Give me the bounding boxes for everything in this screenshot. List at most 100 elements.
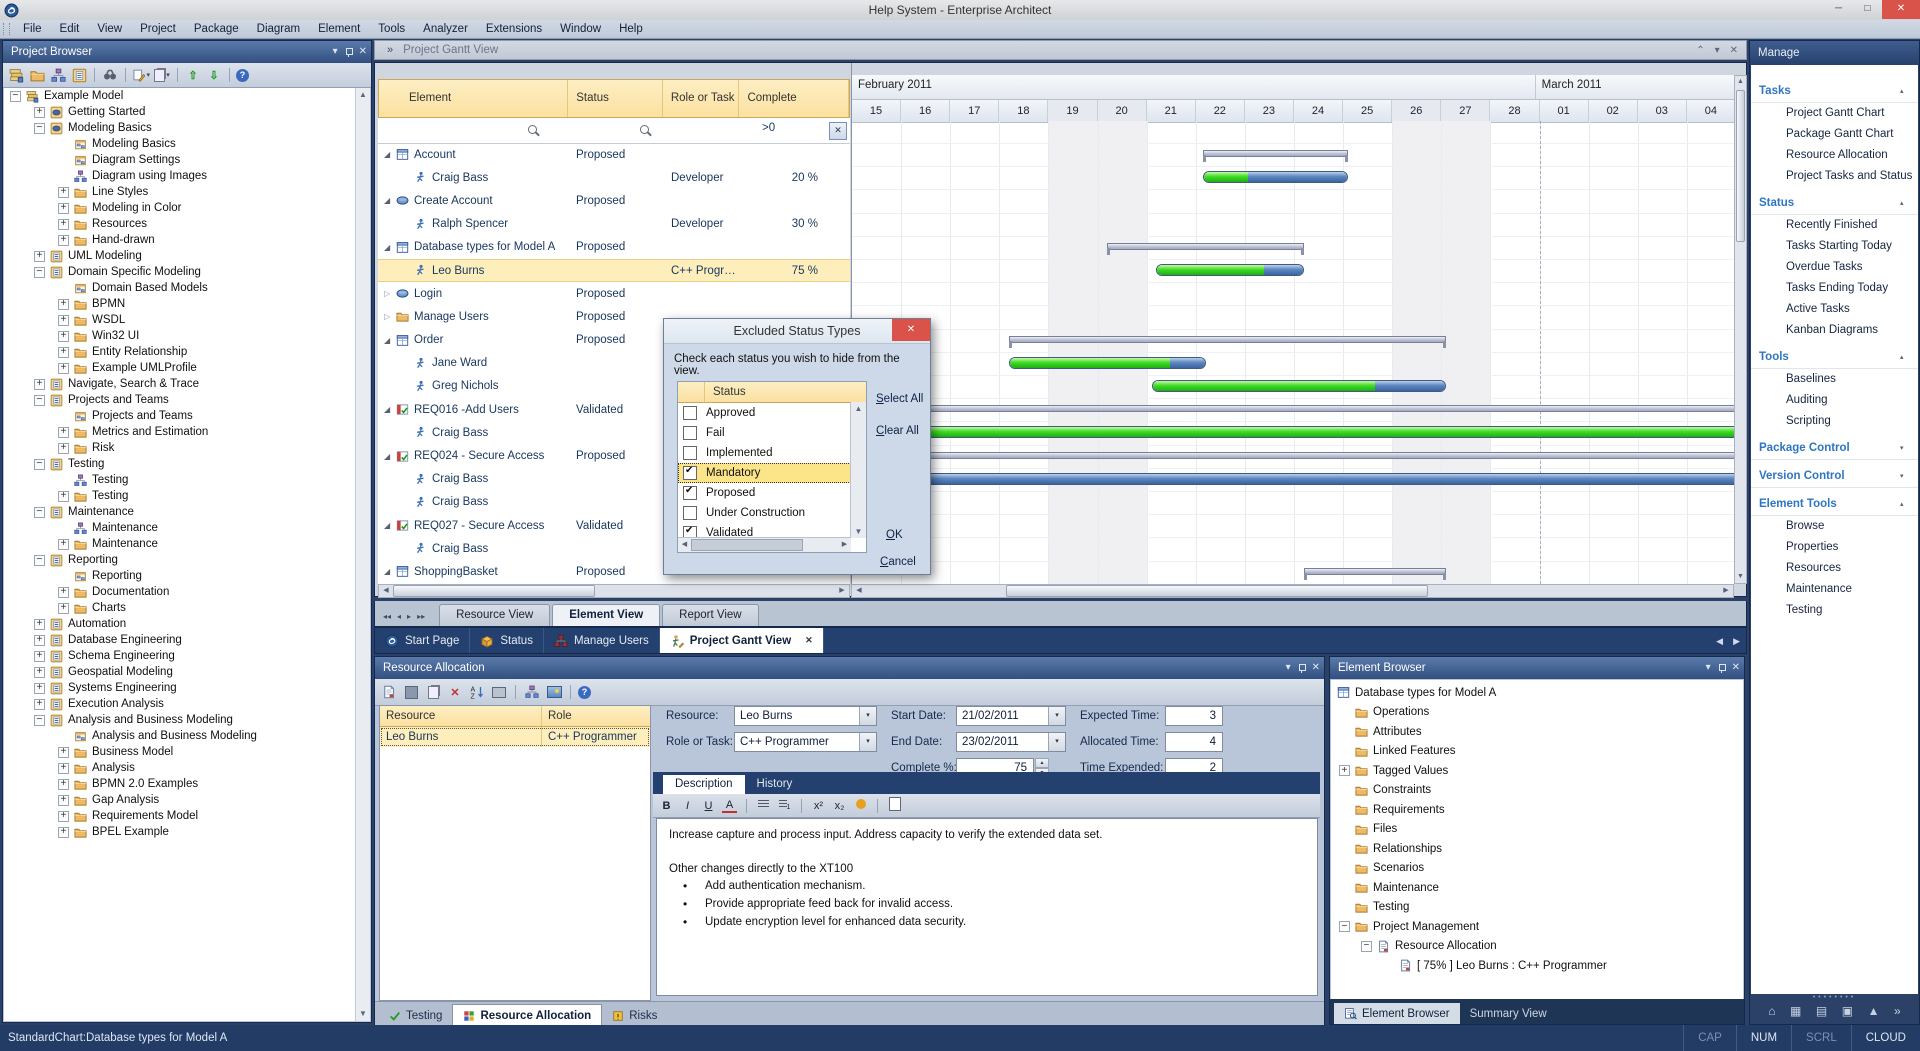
tree-item[interactable]: Requirements Model (4, 808, 370, 824)
tree-item[interactable]: Database Engineering (4, 632, 370, 648)
manage-row[interactable]: Tasks Ending Today (1751, 278, 1918, 299)
expander-icon[interactable] (34, 619, 45, 630)
scroll-up-icon[interactable]: ▲ (1735, 76, 1746, 88)
manage-row[interactable]: Tasks (1751, 80, 1918, 103)
scroll-down-icon[interactable]: ▼ (356, 1007, 370, 1021)
move-down-icon[interactable]: ⇩ (205, 66, 223, 84)
manage-row-label[interactable]: Tasks Ending Today (1786, 282, 1888, 294)
row-expander-icon[interactable] (384, 196, 396, 205)
expander-icon[interactable] (1339, 921, 1350, 932)
manage-row-label[interactable]: Properties (1786, 541, 1838, 553)
menu-item[interactable]: Edit (51, 20, 89, 38)
pin-icon[interactable] (1718, 664, 1725, 673)
caption-menu-icon[interactable]: ▾ (1715, 45, 1720, 56)
checkbox[interactable] (683, 506, 697, 520)
scroll-up-icon[interactable]: ▲ (851, 402, 866, 415)
expander-icon[interactable] (58, 827, 69, 838)
workspace-grid-icon[interactable]: ▦ (1790, 1004, 1801, 1018)
next-view-icon[interactable]: ▸ (407, 612, 411, 621)
tree-item[interactable]: Modeling Basics (4, 136, 370, 152)
table-horizontal-scrollbar[interactable]: ◀ ▶ (378, 584, 850, 598)
scroll-left-icon[interactable]: ◀ (852, 585, 866, 597)
panel-menu-icon[interactable]: ▾ (333, 41, 338, 63)
gantt-row[interactable]: Database types for Model A Proposed (378, 236, 850, 259)
view-tab[interactable]: Report View (662, 604, 758, 626)
dialog-close-button[interactable]: ✕ (892, 319, 930, 341)
expander-icon[interactable] (58, 427, 69, 438)
expander-icon[interactable] (34, 715, 45, 726)
tree-item[interactable]: UML Modeling (4, 248, 370, 264)
hierarchy-icon[interactable] (523, 683, 541, 701)
manage-row[interactable]: Project Tasks and Status (1751, 166, 1918, 187)
tree-item[interactable]: Modeling Basics (4, 120, 370, 136)
expander-icon[interactable] (58, 603, 69, 614)
manage-row[interactable]: Version Control (1751, 465, 1918, 488)
maximize-button[interactable]: □ (1853, 0, 1882, 19)
tab-close-icon[interactable]: ✕ (805, 635, 813, 646)
close-button[interactable]: ✕ (1882, 0, 1920, 19)
manage-row[interactable]: Browse (1751, 516, 1918, 537)
help-icon[interactable]: ? (578, 686, 591, 699)
delete-icon[interactable]: ✕ (446, 683, 464, 701)
caption-close-icon[interactable]: ✕ (1730, 45, 1738, 56)
prev-view-icon[interactable]: ◂ (397, 612, 401, 621)
tree-item[interactable]: Analysis and Business Modeling (4, 712, 370, 728)
gantt-row[interactable]: Account Proposed (378, 143, 850, 166)
column-header-role[interactable]: Role or Task (663, 80, 740, 117)
expander-icon[interactable] (34, 395, 45, 406)
expander-icon[interactable] (58, 299, 69, 310)
minimize-button[interactable]: ─ (1824, 0, 1853, 19)
manage-row[interactable]: Testing (1751, 600, 1918, 621)
layout-icon[interactable]: ▤ (1816, 1004, 1827, 1018)
copy-icon[interactable]: ▾ (153, 66, 171, 84)
expander-icon[interactable] (34, 379, 45, 390)
panel-menu-icon[interactable]: ▾ (1286, 657, 1291, 679)
manage-row[interactable]: Active Tasks (1751, 299, 1918, 320)
column-header-element[interactable]: Element (379, 80, 568, 117)
tree-item[interactable]: Risk (4, 440, 370, 456)
tree-item[interactable]: Line Styles (4, 184, 370, 200)
manage-row-label[interactable]: Active Tasks (1786, 303, 1850, 315)
expander-icon[interactable] (34, 459, 45, 470)
expander-icon[interactable] (34, 555, 45, 566)
tree-item[interactable]: Gap Analysis (4, 792, 370, 808)
row-expander-icon[interactable] (384, 405, 396, 414)
expander-icon[interactable] (58, 363, 69, 374)
manage-row[interactable]: Tools (1751, 346, 1918, 369)
tree-item[interactable]: Testing (4, 472, 370, 488)
tree-item[interactable]: BPEL Example (4, 824, 370, 840)
menu-item[interactable]: Diagram (248, 20, 309, 38)
image-icon[interactable] (545, 683, 563, 701)
end-date-picker[interactable]: 23/02/2011▾ (956, 732, 1066, 752)
share-icon[interactable]: ▲ (1868, 1004, 1880, 1018)
list-vertical-scrollbar[interactable]: ▲ ▼ (850, 402, 866, 538)
find-in-browser-icon[interactable] (101, 66, 119, 84)
ok-button[interactable]: OK (886, 529, 903, 541)
new-diagram-icon[interactable] (49, 66, 67, 84)
menu-item[interactable]: Package (185, 20, 248, 38)
gantt-filter-row[interactable]: >0 ✕ (378, 118, 850, 144)
tree-item[interactable]: Projects and Teams (4, 392, 370, 408)
help-icon[interactable]: ? (236, 69, 249, 82)
dock-handle[interactable]: •••••••• (1751, 994, 1918, 1002)
expander-icon[interactable] (34, 507, 45, 518)
status-list-row[interactable]: Mandatory (678, 463, 851, 483)
manage-row[interactable]: Status (1751, 192, 1918, 215)
manage-row-label[interactable]: Element Tools (1751, 498, 1900, 510)
row-expander-icon[interactable] (384, 150, 396, 159)
manage-row[interactable]: Resources (1751, 558, 1918, 579)
manage-row[interactable]: Baselines (1751, 369, 1918, 390)
expander-icon[interactable] (58, 795, 69, 806)
expander-icon[interactable] (1361, 941, 1372, 952)
tree-item[interactable]: Geospatial Modeling (4, 664, 370, 680)
new-model-icon[interactable] (7, 66, 25, 84)
section-toggle-icon[interactable] (1900, 199, 1918, 207)
expander-icon[interactable] (58, 235, 69, 246)
checkbox[interactable] (683, 486, 697, 500)
manage-row-label[interactable]: Package Control (1751, 442, 1900, 454)
expander-icon[interactable] (34, 651, 45, 662)
manage-row[interactable]: Package Control (1751, 437, 1918, 460)
new-element-icon[interactable] (70, 66, 88, 84)
document-tab[interactable]: Manage Users ✕ (544, 628, 660, 653)
scroll-right-icon[interactable]: ▶ (1719, 585, 1733, 597)
